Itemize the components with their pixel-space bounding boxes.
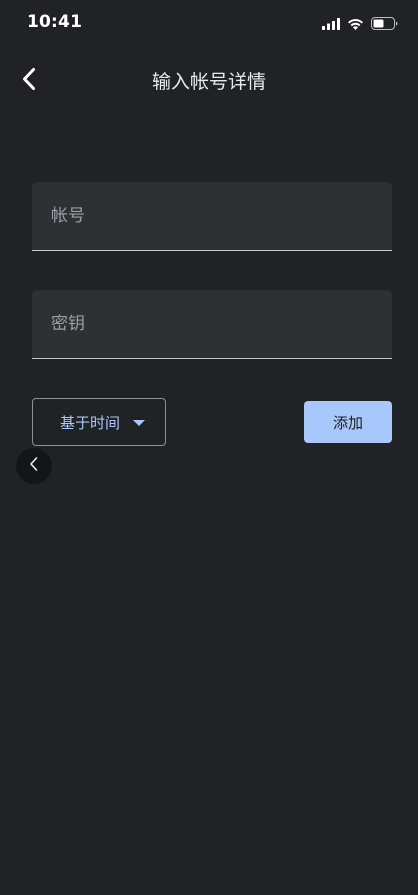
- chevron-left-icon: [28, 456, 40, 476]
- key-type-selected: 基于时间: [60, 413, 121, 432]
- status-icons: [322, 15, 398, 34]
- key-field[interactable]: [32, 290, 392, 359]
- page-title: 输入帐号详情: [151, 71, 266, 93]
- key-input[interactable]: [32, 290, 392, 358]
- app-bar: 输入帐号详情: [0, 54, 418, 106]
- account-input[interactable]: [32, 182, 392, 250]
- status-bar: 10:41: [0, 0, 418, 46]
- account-field[interactable]: [32, 182, 392, 251]
- status-time: 10:41: [27, 12, 83, 32]
- wifi-icon: [347, 15, 364, 34]
- dropdown-arrow-icon: [133, 420, 146, 426]
- key-type-dropdown[interactable]: 基于时间: [32, 398, 166, 446]
- battery-icon: [371, 15, 398, 34]
- floating-back-button[interactable]: [16, 448, 52, 484]
- add-button[interactable]: 添加: [304, 401, 392, 443]
- cellular-signal-icon: [322, 15, 340, 34]
